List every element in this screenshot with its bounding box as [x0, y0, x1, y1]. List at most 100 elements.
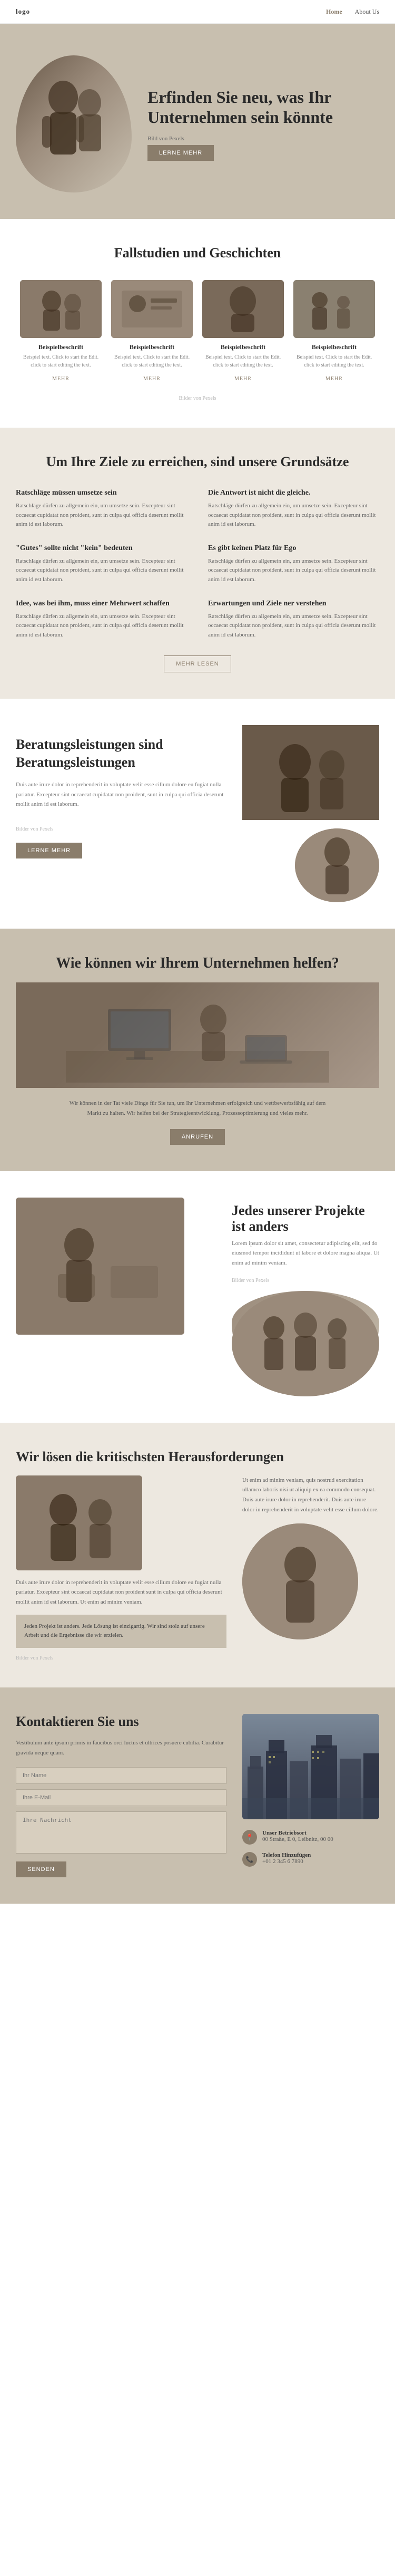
projects-layout: Jedes unserer Projekte ist anders Lorem … [16, 1198, 379, 1396]
contact-layout: Kontaktieren Sie uns Vestibulum ante ips… [16, 1714, 379, 1877]
nav-link-home[interactable]: Home [326, 8, 342, 16]
contact-text: Vestibulum ante ipsum primis in faucibus… [16, 1738, 226, 1758]
case-studies-title: Fallstudien und Geschichten [16, 245, 379, 261]
principle-3-title: "Gutes" sollte nicht "kein" bedeuten [16, 544, 187, 553]
challenges-right-text: Ut enim ad minim veniam, quis nostrud ex… [242, 1475, 379, 1515]
hero-image [16, 55, 132, 192]
projects-title: Jedes unserer Projekte ist anders [232, 1203, 379, 1234]
contact-email-field [16, 1789, 226, 1806]
city-svg [242, 1714, 379, 1819]
projects-main-img-svg [16, 1198, 184, 1335]
case-img-3-svg [202, 280, 284, 338]
contact-name-input[interactable] [16, 1767, 226, 1784]
help-text: Wir können in der Tat viele Dinge für Si… [66, 1098, 329, 1118]
case-card-1-label: Beispielbeschrift [20, 343, 102, 351]
case-card-4-label: Beispielbeschrift [293, 343, 375, 351]
challenges-source: Bilder von Pexels [16, 1655, 226, 1661]
services-text: Duis aute irure dolor in reprehenderit i… [16, 780, 226, 809]
case-card-2-label: Beispielbeschrift [111, 343, 193, 351]
nav-link-about[interactable]: About Us [355, 8, 379, 16]
principle-4: Es gibt keinen Platz für Ego Ratschläge … [208, 544, 379, 585]
case-card-1-image [20, 280, 102, 338]
contact-address-label: Unser Betriebsort [262, 1830, 333, 1836]
contact-address-item: 📍 Unser Betriebsort 00 Straße, E 0, Leib… [242, 1830, 379, 1845]
principles-more-button[interactable]: MEHR LESEN [164, 655, 231, 672]
help-title: Wie können wir Ihrem Unternehmen helfen? [16, 955, 379, 972]
contact-submit-button[interactable]: SENDEN [16, 1861, 66, 1877]
case-card-1: Beispielbeschrift Beispiel text. Click t… [20, 280, 102, 383]
principle-2: Die Antwort ist nicht die gleiche. Ratsc… [208, 489, 379, 529]
logo: logo [16, 7, 30, 16]
services-title: Beratungsleistungen sind Beratungsleistu… [16, 736, 226, 771]
case-card-4-link[interactable]: MEHR [325, 376, 343, 382]
case-card-4-desc: Beispiel text. Click to start the Edit. … [293, 353, 375, 369]
hero-meta: Bild von Pexels [147, 136, 379, 142]
principle-6: Erwartungen und Ziele ner verstehen Rats… [208, 600, 379, 640]
case-card-1-link[interactable]: MEHR [52, 376, 70, 382]
principle-1-title: Ratschläge müssen umsetze sein [16, 489, 187, 497]
challenges-round-img-svg [242, 1523, 358, 1639]
services-source: Bilder von Pexels [16, 816, 226, 832]
services-section: Beratungsleistungen sind Beratungsleistu… [0, 699, 395, 929]
case-card-2-link[interactable]: MEHR [143, 376, 161, 382]
challenges-highlight: Jeden Projekt ist anders. Jede Lösung is… [16, 1615, 226, 1648]
help-background-image [16, 982, 379, 1088]
challenges-title: Wir lösen die kritischsten Herausforderu… [16, 1449, 379, 1465]
case-card-2-desc: Beispiel text. Click to start the Edit. … [111, 353, 193, 369]
contact-city-img-inner [242, 1714, 379, 1819]
services-content: Beratungsleistungen sind Beratungsleistu… [16, 725, 226, 858]
services-images [242, 725, 379, 902]
principle-4-text: Ratschläge dürfen zu allgemein ein, um u… [208, 557, 379, 585]
principle-3: "Gutes" sollte nicht "kein" bedeuten Rat… [16, 544, 187, 585]
case-card-1-desc: Beispiel text. Click to start the Edit. … [20, 353, 102, 369]
contact-phone-content: Telefon Hinzufügen +01 2 345 6 7890 [262, 1852, 311, 1865]
challenges-left: Duis aute irure dolor in reprehenderit i… [16, 1475, 226, 1661]
help-call-button[interactable]: ANRUFEN [170, 1129, 225, 1145]
principle-2-title: Die Antwort ist nicht die gleiche. [208, 489, 379, 497]
case-studies-source: Bilder von Pexels [16, 395, 379, 401]
hero-image-inner [16, 55, 132, 192]
contact-phone-item: 📞 Telefon Hinzufügen +01 2 345 6 7890 [242, 1852, 379, 1867]
case-card-2-img-bg [111, 280, 193, 338]
principle-6-text: Ratschläge dürfen zu allgemein ein, um u… [208, 612, 379, 640]
challenges-img-svg [16, 1475, 142, 1570]
help-section: Wie können wir Ihrem Unternehmen helfen?… [0, 929, 395, 1171]
principles-title: Um Ihre Ziele zu erreichen, sind unsere … [16, 454, 379, 470]
principle-1-text: Ratschläge dürfen zu allgemein ein, um u… [16, 501, 187, 529]
contact-city-image [242, 1714, 379, 1819]
case-card-4: Beispielbeschrift Beispiel text. Click t… [293, 280, 375, 383]
contact-phone-value: +01 2 345 6 7890 [262, 1858, 311, 1865]
case-card-3-img-bg [202, 280, 284, 338]
phone-icon: 📞 [242, 1852, 257, 1867]
contact-email-input[interactable] [16, 1789, 226, 1806]
help-desk-svg [66, 988, 329, 1083]
projects-secondary-img-svg [232, 1291, 379, 1396]
contact-message-textarea[interactable] [16, 1811, 226, 1854]
case-card-3-label: Beispielbeschrift [202, 343, 284, 351]
projects-source: Bilder von Pexels [232, 1272, 379, 1284]
services-secondary-img-svg [295, 828, 379, 902]
case-card-3-link[interactable]: MEHR [234, 376, 252, 382]
principle-6-title: Erwartungen und Ziele ner verstehen [208, 600, 379, 608]
case-card-1-img-bg [20, 280, 102, 338]
principles-grid: Ratschläge müssen umsetze sein Ratschläg… [16, 489, 379, 640]
contact-address-content: Unser Betriebsort 00 Straße, E 0, Leibni… [262, 1830, 333, 1842]
projects-section: Jedes unserer Projekte ist anders Lorem … [0, 1171, 395, 1423]
case-cards-container: Beispielbeschrift Beispiel text. Click t… [16, 280, 379, 383]
services-cta-button[interactable]: LERNE MEHR [16, 843, 82, 858]
services-secondary-image [295, 828, 379, 902]
challenges-img-area [16, 1475, 142, 1570]
projects-text: Lorem ipsum dolor sit amet, consectetur … [232, 1239, 379, 1268]
contact-title: Kontaktieren Sie uns [16, 1714, 226, 1730]
hero-title: Erfinden Sie neu, was Ihr Unternehmen se… [147, 87, 379, 128]
nav-links: Home About Us [326, 8, 379, 16]
hero-content: Erfinden Sie neu, was Ihr Unternehmen se… [147, 87, 379, 161]
projects-right: Jedes unserer Projekte ist anders Lorem … [232, 1198, 379, 1396]
challenges-text-1: Duis aute irure dolor in reprehenderit i… [16, 1578, 226, 1607]
principle-2-text: Ratschläge dürfen zu allgemein ein, um u… [208, 501, 379, 529]
case-img-2-svg [111, 280, 193, 338]
principle-1: Ratschläge müssen umsetze sein Ratschläg… [16, 489, 187, 529]
principles-section: Um Ihre Ziele zu erreichen, sind unsere … [0, 428, 395, 699]
contact-left: Kontaktieren Sie uns Vestibulum ante ips… [16, 1714, 226, 1877]
hero-cta-button[interactable]: LERNE MEHR [147, 145, 214, 161]
